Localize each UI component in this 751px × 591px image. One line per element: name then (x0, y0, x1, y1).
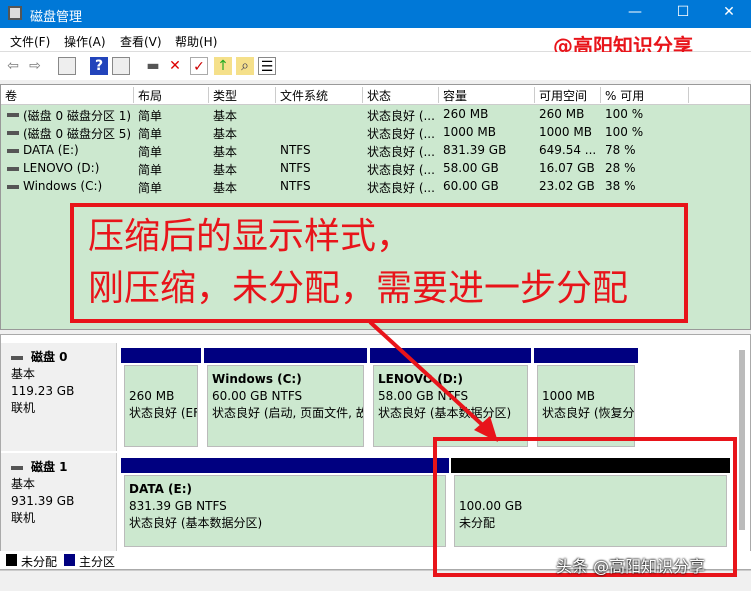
annotation-arrow (368, 320, 498, 442)
